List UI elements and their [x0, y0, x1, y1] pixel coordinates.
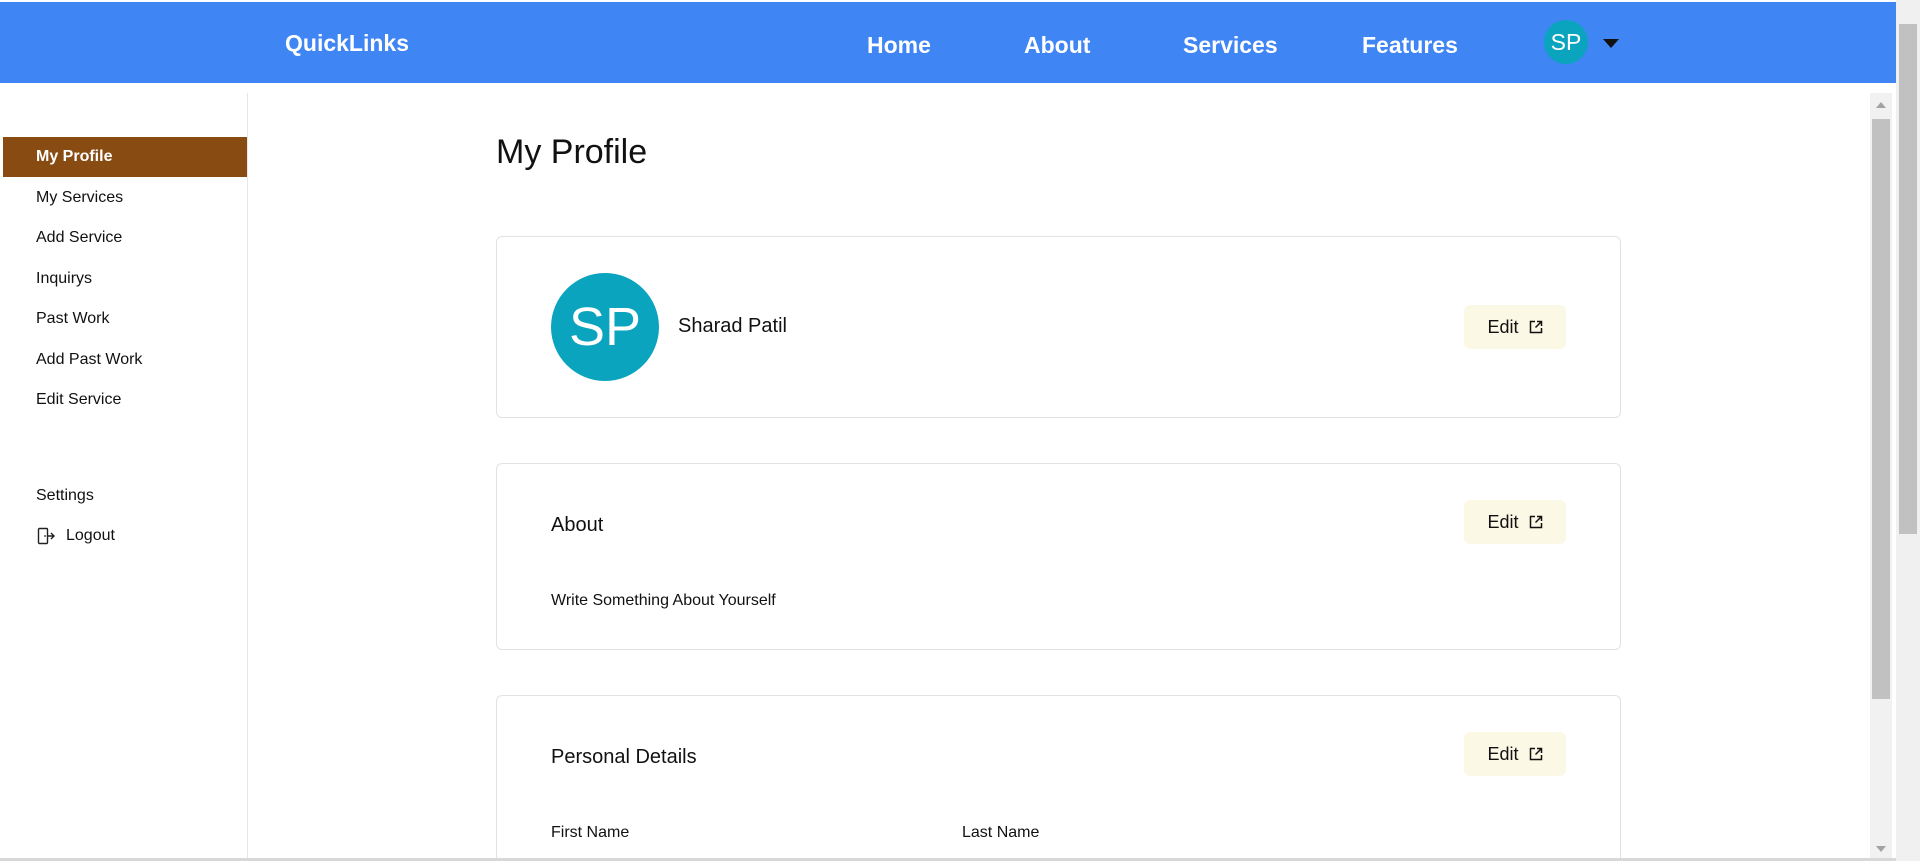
page-title: My Profile [496, 133, 648, 171]
edit-icon [1529, 747, 1542, 761]
about-card: About Edit Write Something About Yoursel… [496, 463, 1621, 650]
page-scrollbar[interactable] [1896, 0, 1920, 861]
nav-link-features[interactable]: Features [1362, 32, 1458, 59]
brand-logo[interactable]: QuickLinks [285, 30, 409, 57]
user-avatar[interactable]: SP [1544, 20, 1588, 64]
sidebar-item-label: My Services [36, 189, 124, 206]
chevron-down-icon[interactable] [1603, 39, 1619, 48]
edit-profile-button[interactable]: Edit [1464, 305, 1566, 349]
sidebar-item-edit-service[interactable]: Edit Service [3, 380, 247, 420]
edit-button-label: Edit [1487, 511, 1519, 532]
sidebar-item-label: Edit Service [36, 391, 122, 408]
edit-button-label: Edit [1487, 743, 1519, 764]
nav-link-about[interactable]: About [1024, 32, 1090, 59]
scroll-down-icon[interactable] [1876, 846, 1886, 852]
sidebar-item-add-past-work[interactable]: Add Past Work [3, 340, 247, 380]
content-scrollbar[interactable] [1870, 93, 1892, 861]
sidebar-item-my-profile[interactable]: My Profile [3, 137, 247, 177]
sidebar-item-label: Settings [36, 487, 94, 504]
logout-icon [37, 527, 55, 545]
sidebar-item-label: Past Work [36, 310, 110, 327]
about-text: Write Something About Yourself [551, 592, 776, 609]
first-name-label: First Name [551, 824, 630, 841]
edit-about-button[interactable]: Edit [1464, 500, 1566, 544]
personal-details-heading: Personal Details [551, 746, 697, 768]
sidebar: My Profile My Services Add Service Inqui… [0, 93, 248, 861]
about-heading: About [551, 514, 604, 536]
sidebar-item-past-work[interactable]: Past Work [3, 299, 247, 339]
sidebar-item-logout[interactable]: Logout [3, 516, 247, 556]
sidebar-item-inquirys[interactable]: Inquirys [3, 259, 247, 299]
edit-icon [1529, 515, 1542, 529]
sidebar-item-settings[interactable]: Settings [3, 476, 247, 516]
sidebar-item-label: Add Service [36, 229, 123, 246]
profile-name: Sharad Patil [678, 315, 787, 337]
top-navbar: QuickLinks Home About Services Features … [0, 2, 1896, 83]
sidebar-item-label: Add Past Work [36, 351, 143, 368]
last-name-label: Last Name [962, 824, 1040, 841]
profile-card: SP Sharad Patil Edit [496, 236, 1621, 418]
edit-personal-details-button[interactable]: Edit [1464, 732, 1566, 776]
edit-button-label: Edit [1487, 316, 1519, 337]
sidebar-item-label: Inquirys [36, 270, 93, 287]
personal-details-card: Personal Details Edit First Name Last Na… [496, 695, 1621, 861]
sidebar-item-label: Logout [66, 527, 115, 544]
nav-link-home[interactable]: Home [867, 32, 931, 59]
avatar: SP [551, 273, 659, 381]
scroll-up-icon[interactable] [1876, 102, 1886, 108]
sidebar-item-add-service[interactable]: Add Service [3, 218, 247, 258]
sidebar-item-my-services[interactable]: My Services [3, 178, 247, 218]
sidebar-item-label: My Profile [36, 148, 113, 165]
nav-link-services[interactable]: Services [1183, 32, 1278, 59]
page-scrollbar-thumb[interactable] [1899, 24, 1917, 534]
edit-icon [1529, 320, 1542, 334]
scrollbar-thumb[interactable] [1872, 119, 1890, 699]
